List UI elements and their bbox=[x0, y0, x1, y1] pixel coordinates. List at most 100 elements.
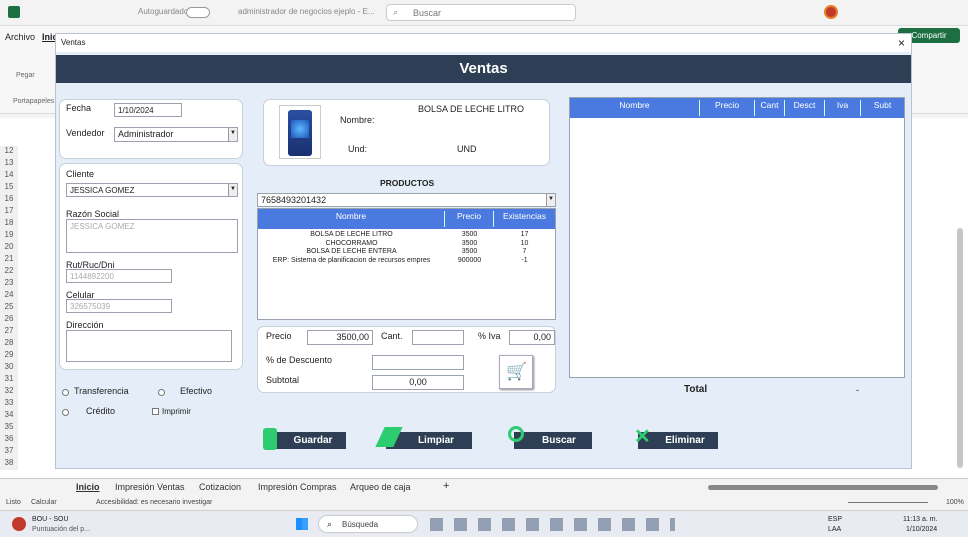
sheet-tab-impresion-compras[interactable]: Impresión Compras bbox=[258, 482, 337, 492]
magnifier-icon bbox=[508, 426, 524, 442]
tab-archivo[interactable]: Archivo bbox=[5, 32, 35, 42]
precio-input[interactable]: 3500,00 bbox=[307, 330, 373, 345]
imprimir-checkbox[interactable] bbox=[152, 408, 159, 415]
row-number[interactable]: 19 bbox=[0, 230, 18, 242]
row-number[interactable]: 28 bbox=[0, 338, 18, 350]
user-avatar[interactable] bbox=[824, 5, 838, 19]
iva-input[interactable]: 0,00 bbox=[509, 330, 555, 345]
buscar-button[interactable]: Buscar bbox=[508, 426, 592, 449]
row-number[interactable]: 27 bbox=[0, 326, 18, 338]
cliente-select[interactable]: JESSICA GOMEZ ▼ bbox=[66, 183, 238, 197]
taskbar-search[interactable]: ⌕ Búsqueda bbox=[318, 515, 418, 533]
row-number[interactable]: 31 bbox=[0, 374, 18, 386]
chevron-down-icon[interactable]: ▼ bbox=[546, 194, 555, 206]
add-sheet-icon[interactable]: + bbox=[443, 480, 449, 492]
row-number[interactable]: 16 bbox=[0, 194, 18, 206]
transferencia-radio[interactable] bbox=[62, 389, 69, 396]
vendedor-select[interactable]: Administrador ▼ bbox=[114, 127, 238, 142]
row-number[interactable]: 23 bbox=[0, 278, 18, 290]
status-calc[interactable]: Calcular bbox=[31, 499, 57, 506]
cant-input[interactable] bbox=[412, 330, 464, 345]
row-number[interactable]: 20 bbox=[0, 242, 18, 254]
product-cell-nombre[interactable]: CHOCORRAMO bbox=[258, 240, 445, 248]
sheet-tab-inicio[interactable]: Inicio bbox=[76, 482, 100, 492]
row-number[interactable]: 14 bbox=[0, 170, 18, 182]
sheet-tab-cotizacion[interactable]: Cotizacion bbox=[199, 482, 241, 492]
broom-icon bbox=[375, 427, 403, 447]
row-number[interactable]: 22 bbox=[0, 266, 18, 278]
product-cell-precio[interactable]: 3500 bbox=[445, 240, 494, 248]
product-cell-exist[interactable]: 7 bbox=[494, 248, 555, 256]
autosave-toggle[interactable] bbox=[186, 7, 210, 18]
limpiar-button[interactable]: Limpiar bbox=[375, 427, 472, 449]
row-number[interactable]: 24 bbox=[0, 290, 18, 302]
subtotal-input[interactable]: 0,00 bbox=[372, 375, 464, 390]
celular-input[interactable]: 326575039 bbox=[66, 299, 172, 313]
clock-time[interactable]: 11:13 a. m. bbox=[903, 516, 938, 523]
razon-input[interactable]: JESSICA GOMEZ bbox=[66, 219, 238, 253]
start-icon[interactable] bbox=[296, 518, 308, 530]
row-number[interactable]: 17 bbox=[0, 206, 18, 218]
sheet-tab-arqueo[interactable]: Arqueo de caja bbox=[350, 482, 411, 492]
fecha-input[interactable]: 1/10/2024 bbox=[114, 103, 182, 117]
lang-indicator-2[interactable]: LAA bbox=[828, 526, 841, 533]
row-number[interactable]: 33 bbox=[0, 398, 18, 410]
row-number[interactable]: 25 bbox=[0, 302, 18, 314]
row-number[interactable]: 34 bbox=[0, 410, 18, 422]
eliminar-button[interactable]: ✕ Eliminar bbox=[634, 427, 718, 449]
taskbar-search-icon: ⌕ bbox=[327, 519, 333, 529]
efectivo-radio[interactable] bbox=[158, 389, 165, 396]
product-cell-exist[interactable]: 17 bbox=[494, 231, 555, 239]
product-code-select[interactable]: 7658493201432 ▼ bbox=[257, 193, 556, 207]
product-cell-nombre[interactable]: BOLSA DE LECHE LITRO bbox=[258, 231, 445, 239]
col-nombre: Nombre bbox=[258, 211, 445, 227]
buscar-label: Buscar bbox=[542, 435, 576, 446]
taskbar-app-name[interactable]: BOU - SOU bbox=[32, 516, 69, 523]
product-cell-precio[interactable]: 3500 bbox=[445, 231, 494, 239]
direccion-input[interactable] bbox=[66, 330, 232, 362]
credito-radio[interactable] bbox=[62, 409, 69, 416]
subtotal-label: Subtotal bbox=[266, 375, 300, 385]
row-number[interactable]: 30 bbox=[0, 362, 18, 374]
product-cell-nombre[interactable]: BOLSA DE LECHE ENTERA bbox=[258, 248, 445, 256]
paste-label[interactable]: Pegar bbox=[16, 72, 35, 79]
rut-input[interactable]: 1144892200 bbox=[66, 269, 172, 283]
chevron-down-icon[interactable]: ▼ bbox=[228, 128, 237, 141]
product-cell-exist[interactable]: 10 bbox=[494, 240, 555, 248]
row-number[interactable]: 35 bbox=[0, 422, 18, 434]
row-number[interactable]: 32 bbox=[0, 386, 18, 398]
add-to-cart-button[interactable]: 🛒 bbox=[499, 355, 533, 389]
product-cell-precio[interactable]: 900000 bbox=[445, 257, 494, 265]
zoom-level[interactable]: 100% bbox=[946, 499, 964, 506]
row-number[interactable]: 18 bbox=[0, 218, 18, 230]
descuento-input[interactable] bbox=[372, 355, 464, 370]
status-bar: Listo Calcular Accesibilidad: es necesar… bbox=[0, 496, 968, 510]
vertical-scrollbar[interactable] bbox=[957, 228, 963, 468]
row-number[interactable]: 29 bbox=[0, 350, 18, 362]
sheet-tab-impresion-ventas[interactable]: Impresión Ventas bbox=[115, 482, 185, 492]
row-number[interactable]: 13 bbox=[0, 158, 18, 170]
chevron-down-icon[interactable]: ▼ bbox=[228, 184, 237, 196]
search-icon: ⌕ bbox=[393, 7, 399, 17]
clock-date[interactable]: 1/10/2024 bbox=[906, 526, 937, 533]
status-accessibility[interactable]: Accesibilidad: es necesario investigar bbox=[96, 499, 212, 506]
razon-label: Razón Social bbox=[66, 209, 120, 219]
zoom-slider[interactable] bbox=[848, 502, 928, 503]
horizontal-scrollbar[interactable] bbox=[708, 485, 938, 490]
row-number[interactable]: 21 bbox=[0, 254, 18, 266]
row-number[interactable]: 12 bbox=[0, 146, 18, 158]
guardar-button[interactable]: Guardar bbox=[263, 428, 346, 450]
lang-indicator[interactable]: ESP bbox=[828, 516, 842, 523]
product-cell-nombre[interactable]: ERP: Sistema de planificacion de recurso… bbox=[258, 257, 445, 265]
product-cell-precio[interactable]: 3500 bbox=[445, 248, 494, 256]
row-number[interactable]: 37 bbox=[0, 446, 18, 458]
taskbar-apps[interactable] bbox=[430, 518, 675, 531]
close-icon[interactable]: × bbox=[898, 36, 905, 50]
row-number[interactable]: 36 bbox=[0, 434, 18, 446]
row-number[interactable]: 15 bbox=[0, 182, 18, 194]
row-number[interactable]: 26 bbox=[0, 314, 18, 326]
credito-label: Crédito bbox=[86, 406, 116, 416]
product-cell-exist[interactable]: -1 bbox=[494, 257, 555, 265]
row-number[interactable]: 38 bbox=[0, 458, 18, 470]
search-box[interactable]: ⌕ Buscar bbox=[386, 4, 576, 21]
